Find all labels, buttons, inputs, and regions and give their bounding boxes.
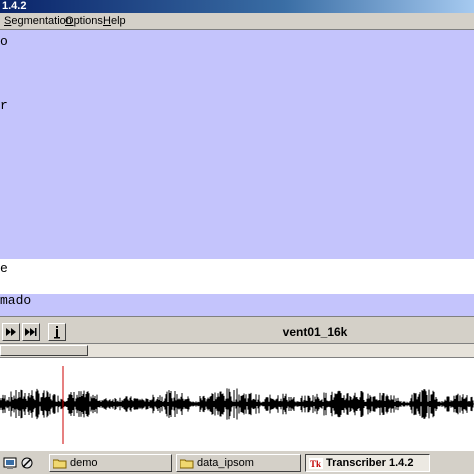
taskbar: demo data_ipsom Tk Transcriber 1.4.2 [0, 450, 474, 474]
svg-text:Tk: Tk [310, 459, 321, 469]
desktop-icon[interactable] [3, 456, 17, 470]
info-button[interactable] [48, 323, 66, 341]
waveform-view[interactable] [0, 358, 474, 450]
skip-forward-button[interactable] [22, 323, 40, 341]
transcript-line-3: e [0, 261, 8, 276]
fast-forward-icon [6, 328, 16, 336]
taskbar-button-transcriber[interactable]: Tk Transcriber 1.4.2 [305, 454, 430, 472]
skip-forward-icon [25, 328, 37, 336]
quick-launch-icon[interactable] [20, 456, 34, 470]
scrollbar-thumb[interactable] [0, 345, 88, 356]
fast-forward-button[interactable] [2, 323, 20, 341]
transcription-text-area[interactable]: o r [0, 30, 474, 259]
transcription-next-segment[interactable]: mado [0, 294, 474, 316]
taskbar-button-data-ipsom[interactable]: data_ipsom [176, 454, 301, 472]
transcription-current-segment[interactable]: e [0, 259, 474, 294]
window-titlebar[interactable]: 1.4.2 [0, 0, 474, 13]
menu-segmentation[interactable]: Segmentation [4, 15, 72, 28]
folder-icon [53, 459, 67, 468]
playback-controls: vent01_16k [0, 320, 474, 344]
menu-help[interactable]: Help [103, 15, 126, 28]
info-icon [54, 326, 60, 339]
taskbar-button-demo[interactable]: demo [49, 454, 172, 472]
window-title: 1.4.2 [2, 0, 27, 12]
waveform-signal [0, 366, 474, 444]
transcript-line-2: r [0, 98, 8, 113]
waveform-scrollbar[interactable] [0, 344, 474, 358]
menu-options[interactable]: Options [65, 15, 103, 28]
transcript-line-4: mado [0, 293, 32, 308]
menu-bar: Segmentation Options Help [0, 13, 474, 30]
folder-icon [180, 459, 194, 468]
transcriber-app-icon: Tk [309, 457, 323, 469]
audio-filename: vent01_16k [282, 325, 348, 339]
transcript-line-1: o [0, 34, 8, 49]
